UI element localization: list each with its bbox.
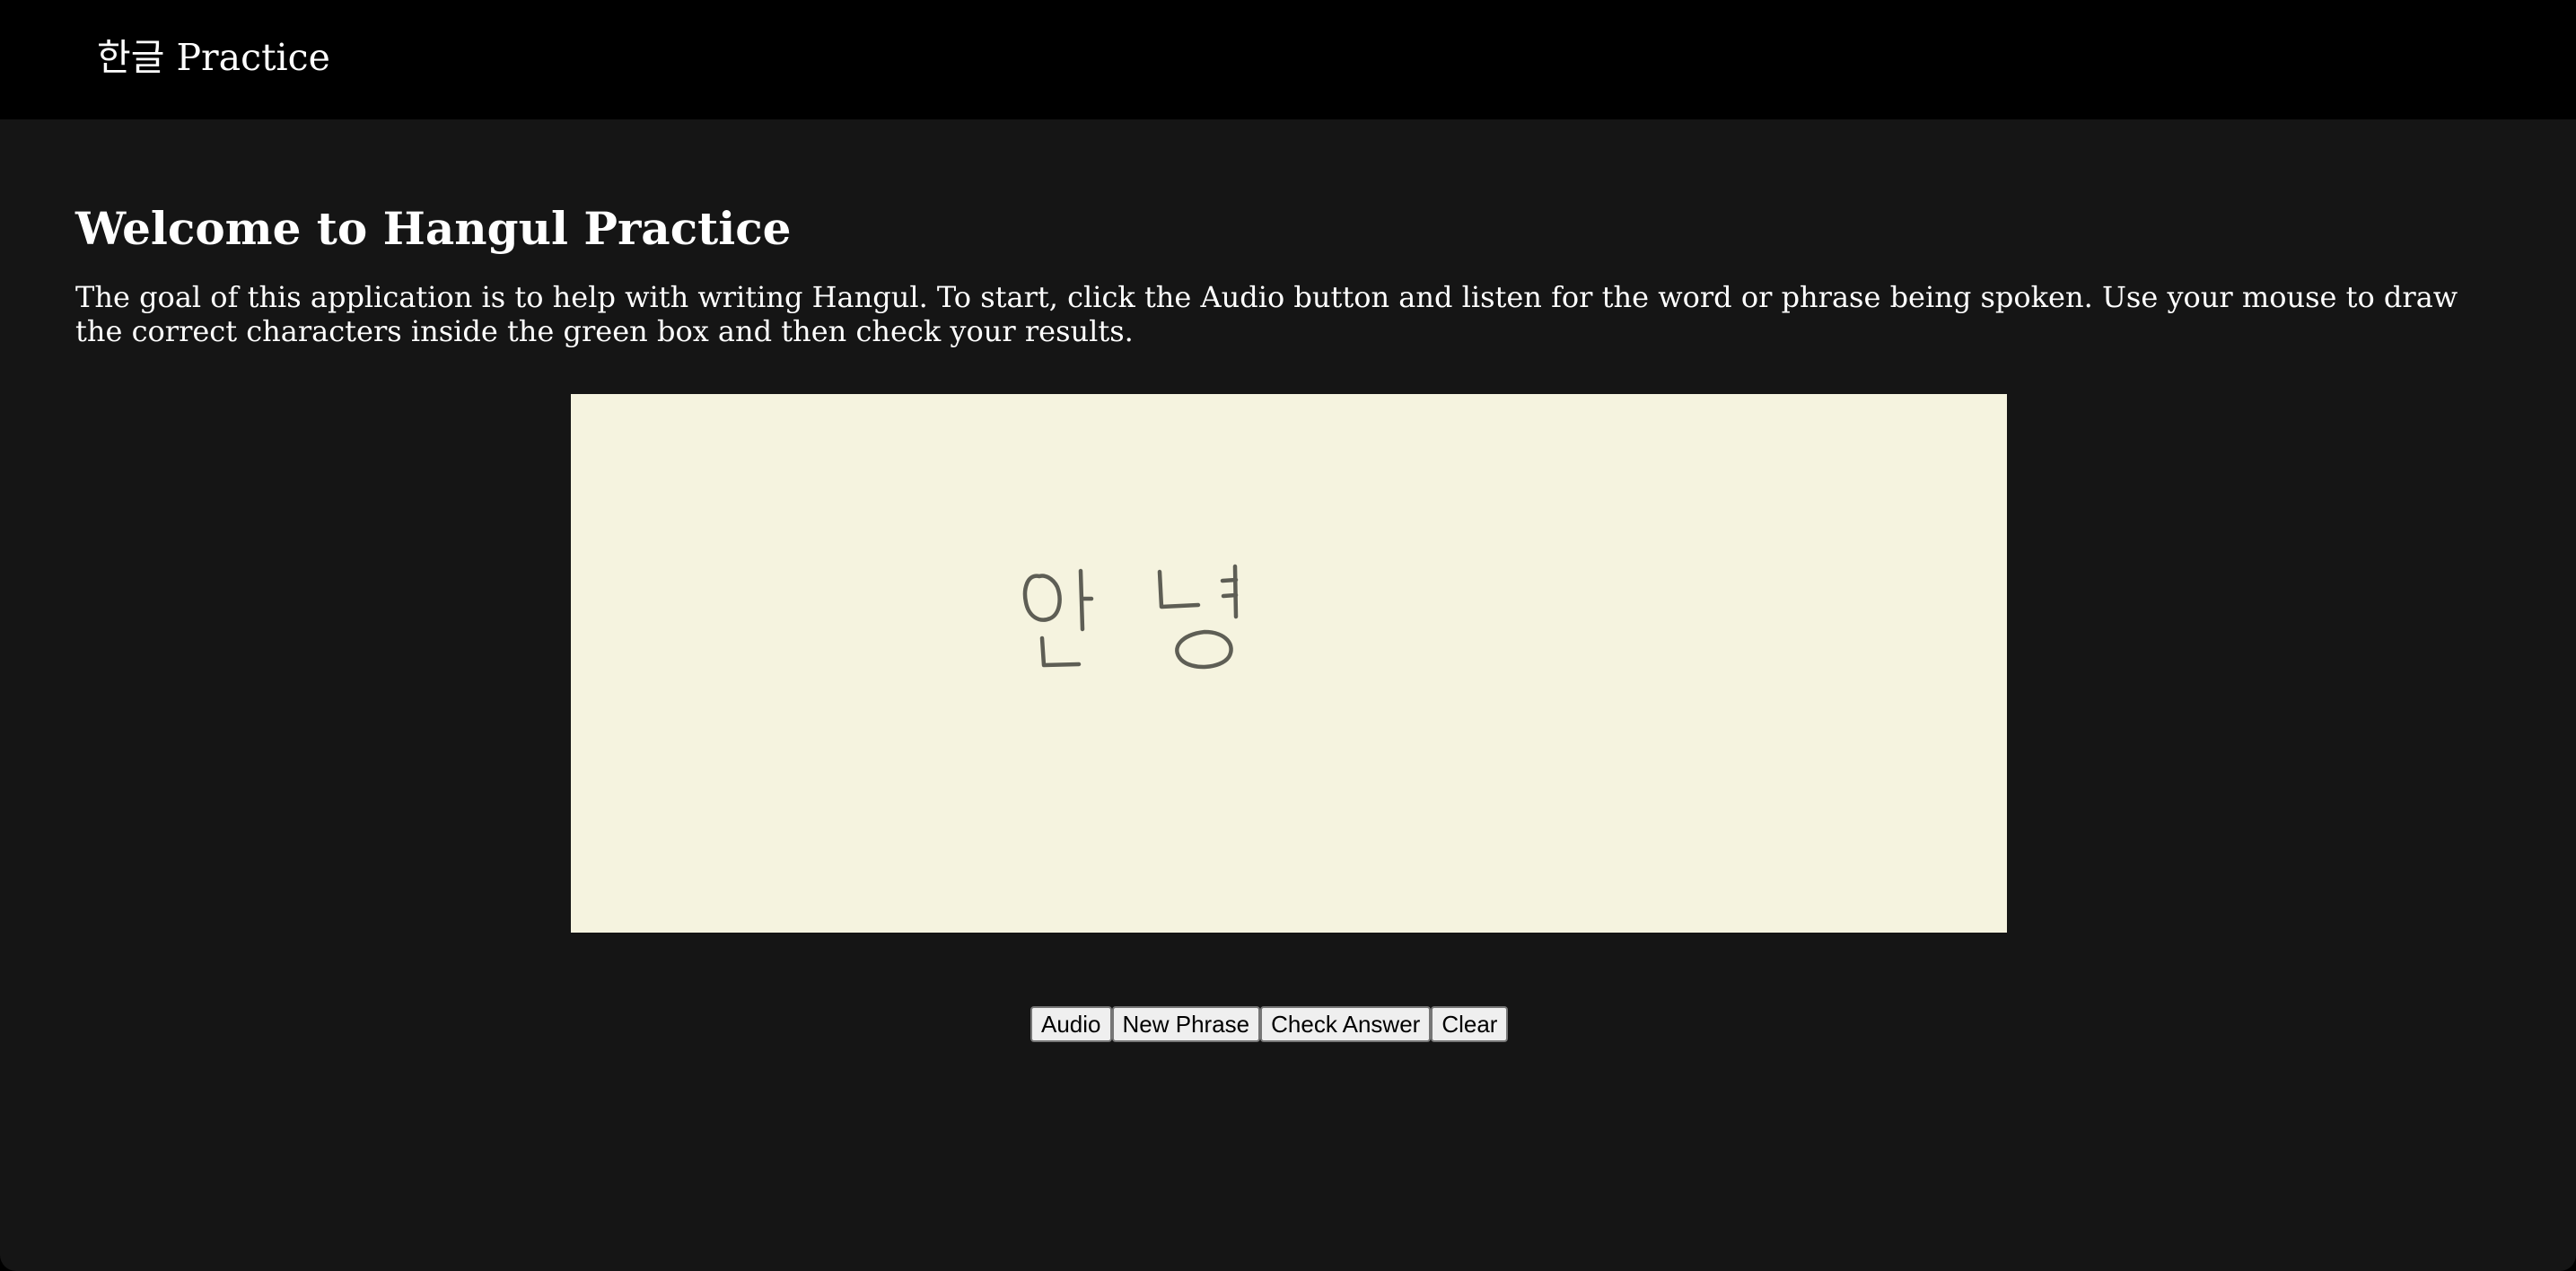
drawing-canvas[interactable] — [571, 394, 2007, 933]
clear-button[interactable]: Clear — [1431, 1006, 1509, 1042]
intro-text: The goal of this application is to help … — [75, 280, 2458, 348]
check-answer-button[interactable]: Check Answer — [1260, 1006, 1432, 1042]
audio-button[interactable]: Audio — [1030, 1006, 1112, 1042]
stroke-yeo-bar-1 — [1220, 577, 1239, 583]
stroke-nieun-2 — [1157, 569, 1201, 609]
stroke-ieung-final — [1175, 629, 1233, 670]
app-window: 한글 Practice Welcome to Hangul Practice T… — [0, 0, 2576, 1271]
new-phrase-button[interactable]: New Phrase — [1111, 1006, 1261, 1042]
button-row: Audio New Phrase Check Answer Clear — [1030, 1006, 1509, 1042]
stroke-yeo-vertical — [1232, 564, 1239, 619]
stroke-ieung — [1022, 574, 1062, 622]
page-title: Welcome to Hangul Practice — [75, 202, 792, 255]
top-navbar: 한글 Practice — [0, 0, 2576, 119]
handwritten-strokes — [1022, 564, 1239, 670]
brand-link[interactable]: 한글 Practice — [97, 31, 330, 84]
stroke-nieun-1 — [1039, 636, 1082, 668]
main-content: Welcome to Hangul Practice The goal of t… — [75, 197, 2499, 348]
stroke-yeo-bar-2 — [1221, 592, 1239, 599]
